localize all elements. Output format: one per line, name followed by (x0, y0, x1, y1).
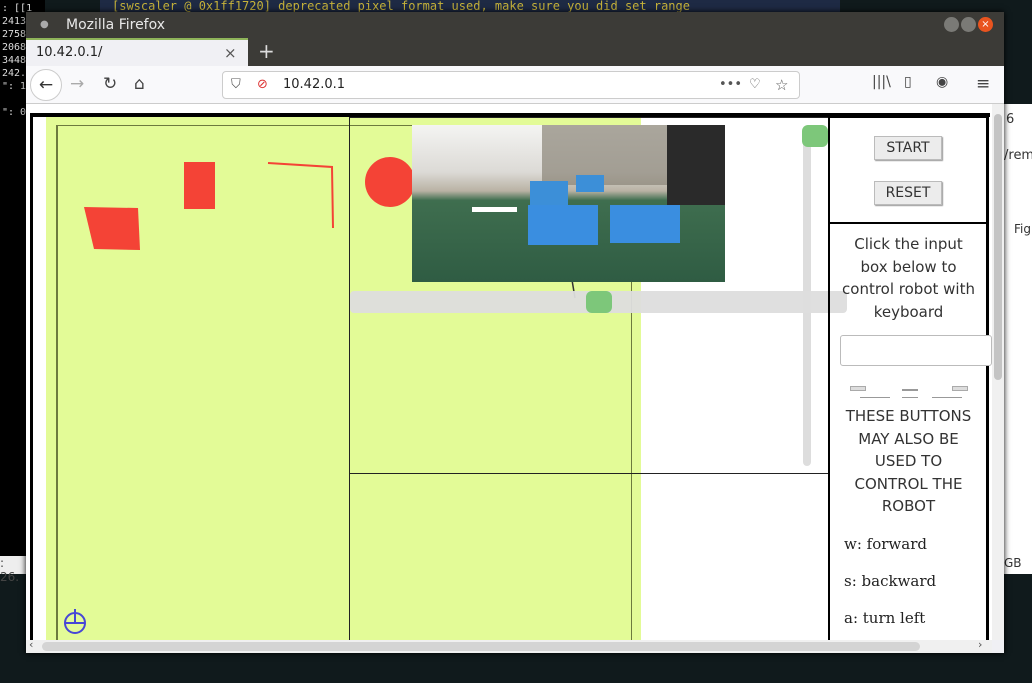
buttons-note: THESE BUTTONS MAY ALSO BE USED TO CONTRO… (845, 407, 972, 515)
vertical-scroll-thumb[interactable] (994, 114, 1002, 380)
insecure-lock-icon[interactable]: ⊘ (257, 72, 268, 98)
new-tab-button[interactable]: + (258, 38, 275, 64)
tab-active[interactable]: 10.42.0.1/ × (26, 38, 248, 66)
vertical-scrollbar[interactable] (992, 104, 1004, 640)
reload-button[interactable]: ↻ (103, 74, 117, 94)
control-box: START RESET (828, 115, 988, 224)
forward-button[interactable]: → (70, 74, 84, 94)
horizontal-slider-thumb[interactable] (586, 291, 612, 313)
control-button-up[interactable] (902, 389, 918, 391)
pocket-icon[interactable]: ♡ (749, 72, 761, 98)
library-icon[interactable]: |||\ (872, 74, 891, 90)
title-bar: ● Mozilla Firefox × (26, 12, 1004, 38)
instructions-text: Click the input box below to control rob… (842, 235, 975, 321)
horizontal-scroll-thumb[interactable] (42, 642, 920, 651)
menu-icon[interactable]: ≡ (976, 74, 990, 94)
vertical-slider-thumb[interactable] (802, 125, 828, 147)
url-bar[interactable]: ⛉ ⊘ 10.42.0.1 ••• ♡ ☆ (222, 71, 800, 99)
control-button-left[interactable] (850, 386, 866, 391)
shield-icon[interactable]: ⛉ (231, 72, 241, 98)
bookmark-star-icon[interactable]: ☆ (775, 72, 788, 98)
tab-label: 10.42.0.1/ (36, 45, 103, 60)
maximize-button[interactable] (961, 17, 976, 32)
wall-line (267, 162, 334, 229)
control-button-down[interactable] (860, 397, 890, 398)
keyboard-input[interactable] (840, 335, 992, 366)
divider (349, 473, 350, 640)
scroll-right-arrow[interactable]: › (978, 638, 982, 651)
back-button[interactable]: ← (30, 69, 62, 101)
close-tab-icon[interactable]: × (224, 40, 237, 66)
key-hint: w: forward (844, 535, 927, 553)
key-hint: a: turn left (844, 609, 926, 627)
key-hint: s: backward (844, 572, 937, 590)
control-button-line (932, 397, 962, 398)
horizontal-scrollbar[interactable]: ‹ › (26, 638, 992, 653)
firefox-icon: ● (40, 19, 49, 30)
close-window-button[interactable]: × (978, 17, 993, 32)
window-title: Mozilla Firefox (66, 17, 166, 33)
firefox-window: ● Mozilla Firefox × 10.42.0.1/ × + ← → ↻… (26, 12, 1004, 653)
bg-text: 6 (1006, 112, 1015, 127)
bg-text: /rem (1004, 148, 1032, 163)
obstacle (84, 207, 140, 250)
account-icon[interactable]: ◉ (936, 74, 948, 90)
page-content: START RESET Click the input box below to… (26, 104, 992, 640)
page-actions-icon[interactable]: ••• (719, 72, 742, 98)
navigation-bar: ← → ↻ ⌂ ⛉ ⊘ 10.42.0.1 ••• ♡ ☆ |||\ ▯ ◉ ≡ (26, 66, 1004, 104)
bg-text: GB (1004, 556, 1022, 570)
sidebar-icon[interactable]: ▯ (904, 74, 912, 90)
bg-text: Fig (1014, 222, 1031, 236)
url-text[interactable]: 10.42.0.1 (283, 77, 345, 92)
reset-button[interactable]: RESET (874, 181, 942, 205)
minimize-button[interactable] (944, 17, 959, 32)
camera-video (412, 125, 725, 282)
obstacle (184, 162, 215, 209)
tab-bar: 10.42.0.1/ × + (26, 38, 1004, 66)
start-button[interactable]: START (874, 136, 942, 160)
bg-text: : 26. (0, 556, 26, 584)
home-button[interactable]: ⌂ (134, 74, 145, 94)
control-button-right[interactable] (952, 386, 968, 391)
background-window: 6 /rem Fig GB (1000, 104, 1032, 574)
divider (986, 115, 989, 640)
scroll-left-arrow[interactable]: ‹ (29, 638, 33, 651)
control-button-line (902, 397, 918, 398)
